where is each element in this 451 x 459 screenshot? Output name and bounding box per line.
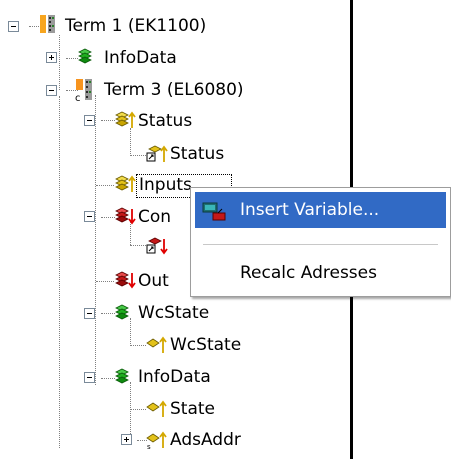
variable-group-icon [78, 48, 92, 64]
tree-item-status-var[interactable]: Status [168, 143, 226, 165]
tree-expander[interactable] [84, 308, 95, 319]
variable-group-icon [115, 271, 136, 289]
tree-expander[interactable] [121, 434, 132, 445]
tree-item-adsaddr[interactable]: AdsAddr [168, 429, 243, 451]
tree-expander[interactable] [8, 21, 19, 32]
variable-icon [146, 336, 167, 353]
variable-icon [146, 400, 167, 417]
tree-expander[interactable] [84, 115, 95, 126]
terminal-icon [40, 15, 55, 33]
variable-group-icon [115, 304, 129, 320]
tree-item-out[interactable]: Out [136, 270, 171, 292]
tree-item-wcstate-group[interactable]: WcState [136, 302, 211, 324]
variable-icon [146, 145, 168, 162]
variable-icon: s [146, 431, 167, 450]
tree-expander[interactable] [46, 52, 57, 63]
tree-item-infodata-group[interactable]: InfoData [136, 366, 213, 388]
variable-group-icon [115, 368, 129, 384]
svg-text:s: s [147, 443, 151, 450]
tree-item-status-group[interactable]: Status [136, 110, 194, 132]
menu-item-insert-variable[interactable]: Insert Variable... [195, 192, 446, 228]
tree-item-con[interactable]: Con [136, 206, 173, 228]
menu-item-label: Insert Variable... [240, 200, 380, 220]
tree-item-term1[interactable]: Term 1 (EK1100) [63, 15, 208, 37]
tree-expander[interactable] [84, 372, 95, 383]
tree-item-term3[interactable]: Term 3 (EL6080) [102, 79, 246, 101]
svg-text:c: c [75, 93, 81, 104]
variable-group-icon [115, 111, 136, 128]
tree-item-wcstate-var[interactable]: WcState [168, 334, 243, 356]
context-menu: Insert Variable... Recalc Adresses [190, 187, 451, 297]
variable-icon [146, 237, 168, 255]
tree-item-state-var[interactable]: State [168, 398, 217, 420]
tree-expander[interactable] [46, 85, 57, 96]
menu-item-label: Recalc Adresses [240, 263, 377, 283]
variable-group-icon [115, 207, 136, 225]
terminal-icon: c [75, 79, 92, 104]
insert-variable-icon [202, 202, 226, 221]
tree-expander[interactable] [84, 211, 95, 222]
tree-item-infodata[interactable]: InfoData [102, 47, 179, 69]
variable-group-icon [115, 175, 136, 192]
menu-item-recalc-addresses[interactable]: Recalc Adresses [195, 255, 446, 291]
menu-separator [203, 244, 438, 245]
